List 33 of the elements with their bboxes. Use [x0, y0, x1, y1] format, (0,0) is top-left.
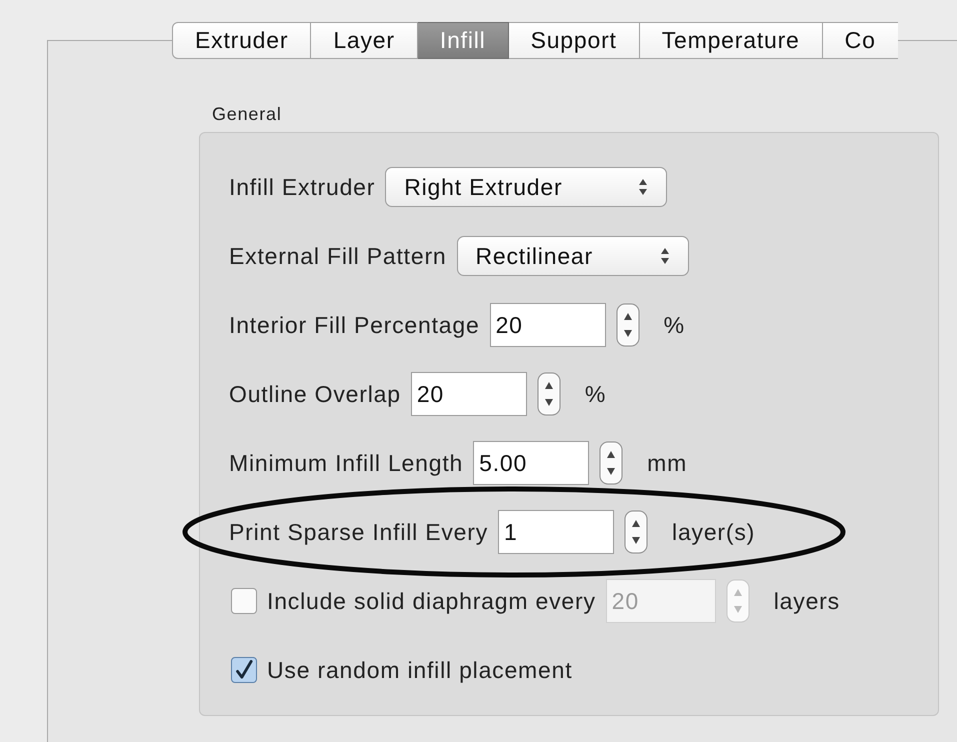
tab[interactable]: Support [508, 22, 640, 59]
unit-label: layers [774, 586, 840, 616]
up-down-arrows-icon [660, 247, 670, 265]
tab[interactable]: Extruder [172, 22, 312, 59]
dropdown-select[interactable]: Rectilinear [456, 236, 688, 276]
tab[interactable]: Co [822, 22, 898, 59]
stepper-control[interactable] [616, 303, 640, 347]
field-label: Minimum Infill Length [229, 448, 464, 478]
number-field[interactable]: 20 [490, 303, 606, 347]
unit-label: mm [647, 448, 688, 478]
stepper-control[interactable] [624, 510, 648, 554]
field-label: Use random infill placement [267, 656, 572, 685]
checkmark-icon [234, 660, 254, 680]
up-down-arrows-icon [638, 178, 648, 196]
tab[interactable]: Layer [311, 22, 418, 59]
field-label: Infill Extruder [229, 172, 376, 202]
field-label: External Fill Pattern [229, 242, 446, 271]
unit-label: % [664, 310, 685, 340]
number-field[interactable]: 20 [410, 372, 527, 416]
tab[interactable]: Temperature [640, 22, 823, 59]
unit-label: layer(s) [672, 518, 756, 547]
group-title: General [212, 104, 282, 124]
number-field[interactable]: 1 [498, 510, 614, 554]
unit-label: % [584, 380, 606, 409]
stepper-control[interactable] [599, 441, 624, 485]
field-label: Print Sparse Infill Every [229, 518, 488, 547]
checkbox[interactable] [231, 657, 257, 683]
field-label: Outline Overlap [229, 380, 401, 409]
dropdown-select[interactable]: Right Extruder [385, 167, 668, 207]
field-label: Interior Fill Percentage [229, 310, 480, 340]
stepper-control[interactable] [536, 372, 561, 416]
field-label: Include solid diaphragm every [267, 586, 596, 616]
number-field[interactable]: 5.00 [473, 441, 590, 485]
